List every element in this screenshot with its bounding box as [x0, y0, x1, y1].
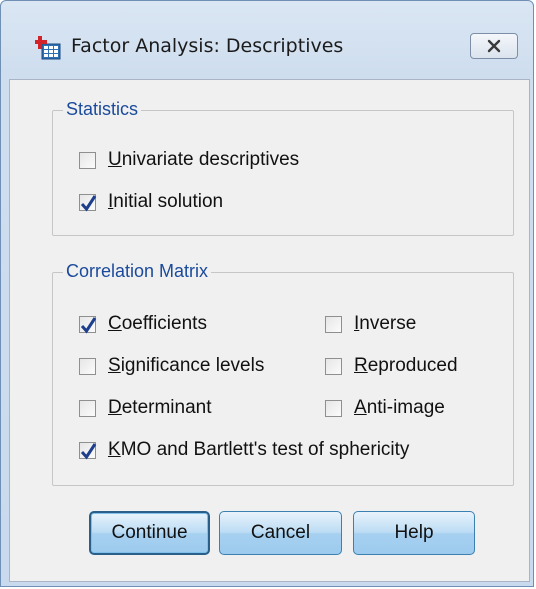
anti-image-label: Anti-image	[354, 397, 445, 418]
univariate-descriptives-label: Univariate descriptives	[108, 149, 300, 170]
checkmark-icon	[80, 316, 97, 333]
determinant-label: Determinant	[108, 397, 212, 418]
kmo-bartlett-label: KMO and Bartlett's test of sphericity	[108, 439, 410, 460]
checkbox-box[interactable]	[79, 441, 97, 459]
checkbox-box[interactable]	[325, 315, 342, 333]
anti-image-checkbox[interactable]: Anti-image	[325, 397, 445, 419]
initial-solution-checkbox[interactable]: Initial solution	[79, 191, 223, 213]
window-title: Factor Analysis: Descriptives	[71, 35, 344, 57]
initial-solution-label: Initial solution	[108, 191, 224, 212]
checkbox-box[interactable]	[79, 151, 96, 169]
determinant-checkbox[interactable]: Determinant	[79, 397, 212, 419]
close-button[interactable]	[470, 33, 518, 59]
checkbox-box[interactable]	[79, 357, 96, 375]
help-button[interactable]: Help	[353, 511, 475, 555]
checkbox-box[interactable]	[79, 315, 97, 333]
significance-levels-label: Significance levels	[108, 355, 265, 376]
reproduced-label: Reproduced	[354, 355, 458, 376]
statistics-group: Statistics Univariate descriptives Initi…	[52, 99, 514, 236]
dialog-body: Statistics Univariate descriptives Initi…	[9, 79, 530, 582]
checkmark-icon	[80, 442, 97, 459]
reproduced-checkbox[interactable]: Reproduced	[325, 355, 458, 377]
inverse-label: Inverse	[354, 313, 417, 334]
correlation-matrix-legend: Correlation Matrix	[63, 261, 212, 282]
coefficients-label: Coefficients	[108, 313, 207, 334]
significance-levels-checkbox[interactable]: Significance levels	[79, 355, 264, 377]
correlation-matrix-group: Correlation Matrix Coefficients Signific…	[52, 261, 514, 486]
factor-descriptives-dialog: Factor Analysis: Descriptives Statistics…	[0, 0, 534, 587]
univariate-descriptives-checkbox[interactable]: Univariate descriptives	[79, 149, 299, 171]
coefficients-checkbox[interactable]: Coefficients	[79, 313, 207, 335]
checkbox-box[interactable]	[79, 193, 97, 211]
close-icon	[487, 39, 501, 53]
continue-button[interactable]: Continue	[89, 511, 210, 555]
spss-factor-icon	[35, 35, 61, 61]
checkmark-icon	[80, 194, 97, 211]
cancel-button[interactable]: Cancel	[219, 511, 342, 555]
inverse-checkbox[interactable]: Inverse	[325, 313, 416, 335]
statistics-legend: Statistics	[63, 99, 142, 120]
checkbox-box[interactable]	[325, 357, 342, 375]
kmo-bartlett-checkbox[interactable]: KMO and Bartlett's test of sphericity	[79, 439, 409, 461]
checkbox-box[interactable]	[79, 399, 96, 417]
checkbox-box[interactable]	[325, 399, 342, 417]
